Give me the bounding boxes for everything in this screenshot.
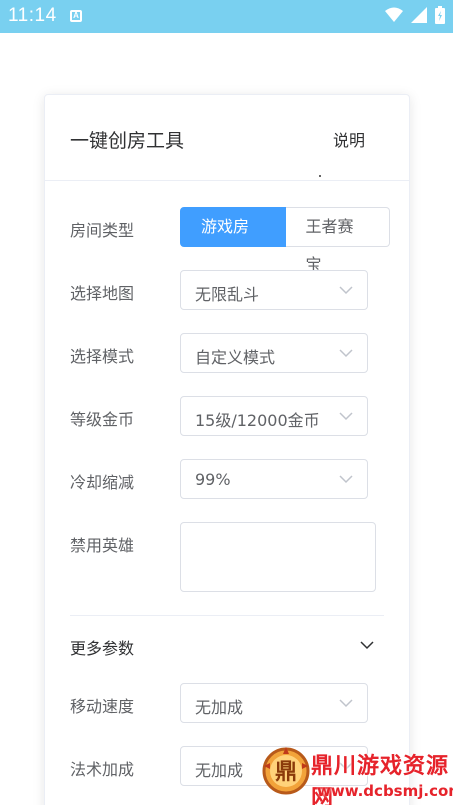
mode-select[interactable]: 自定义模式 [180, 333, 368, 373]
chevron-down-icon [339, 699, 353, 708]
cooldown-select[interactable]: 99% [180, 459, 368, 499]
map-row: 选择地图 无限乱斗 [70, 270, 390, 310]
watermark: 鼎 鼎川游戏资源网 www.dcbsmj.com [255, 738, 453, 805]
room-type-row: 房间类型 游戏房间 王者赛宝 [70, 207, 390, 274]
ban-heroes-row: 禁用英雄 [70, 522, 390, 592]
level-gold-label: 等级金币 [70, 410, 135, 429]
magic-bonus-select-value: 无加成 [195, 761, 244, 780]
mode-row: 选择模式 自定义模式 [70, 333, 390, 373]
level-gold-row: 等级金币 15级/12000金币 [70, 396, 390, 436]
chevron-down-icon [339, 412, 353, 421]
mode-label: 选择模式 [70, 347, 135, 366]
map-select[interactable]: 无限乱斗 [180, 270, 368, 310]
move-speed-select-value: 无加成 [195, 698, 244, 717]
mode-select-value: 自定义模式 [195, 348, 276, 367]
chevron-down-icon[interactable] [360, 640, 374, 650]
ban-heroes-textarea[interactable] [180, 522, 376, 592]
cooldown-select-value: 99% [195, 470, 231, 489]
header-dot [319, 175, 321, 177]
watermark-url: www.dcbsmj.com [317, 782, 453, 800]
notification-icon: A [70, 10, 82, 22]
battery-icon [435, 6, 445, 24]
level-gold-select-value: 15级/12000金币 [195, 411, 320, 430]
room-type-option-treasure[interactable]: 王者赛宝 [285, 207, 390, 274]
help-link[interactable]: 说明 [333, 127, 365, 151]
more-params-title[interactable]: 更多参数 [70, 635, 134, 659]
ban-heroes-label: 禁用英雄 [70, 536, 135, 555]
chevron-down-icon [339, 475, 353, 484]
chevron-down-icon [339, 349, 353, 358]
chevron-down-icon [339, 286, 353, 295]
status-icons [385, 6, 445, 24]
move-speed-select[interactable]: 无加成 [180, 683, 368, 723]
room-type-segmented: 游戏房间 王者赛宝 [180, 207, 390, 274]
card-title: 一键创房工具 [70, 130, 185, 152]
room-tool-card: 一键创房工具 说明 房间类型 游戏房间 王者赛宝 选择地图 无限乱斗 选择模式 … [44, 94, 410, 805]
level-gold-select[interactable]: 15级/12000金币 [180, 396, 368, 436]
status-time: 11:14 [8, 5, 57, 26]
map-select-value: 无限乱斗 [195, 285, 260, 304]
signal-icon [411, 7, 427, 23]
card-header: 一键创房工具 说明 [45, 95, 409, 181]
magic-bonus-label: 法术加成 [70, 760, 135, 779]
cooldown-label: 冷却缩减 [70, 473, 135, 492]
status-bar: 11:14 A [0, 0, 453, 33]
watermark-logo-char: 鼎 [275, 760, 297, 785]
room-type-label: 房间类型 [70, 221, 135, 240]
watermark-logo-icon: 鼎 [262, 747, 310, 795]
wifi-icon [385, 7, 403, 22]
cooldown-row: 冷却缩减 99% [70, 459, 390, 499]
divider [70, 615, 384, 616]
map-label: 选择地图 [70, 284, 135, 303]
room-type-option-game[interactable]: 游戏房间 [180, 207, 286, 274]
move-speed-row: 移动速度 无加成 [70, 683, 390, 723]
move-speed-label: 移动速度 [70, 697, 135, 716]
